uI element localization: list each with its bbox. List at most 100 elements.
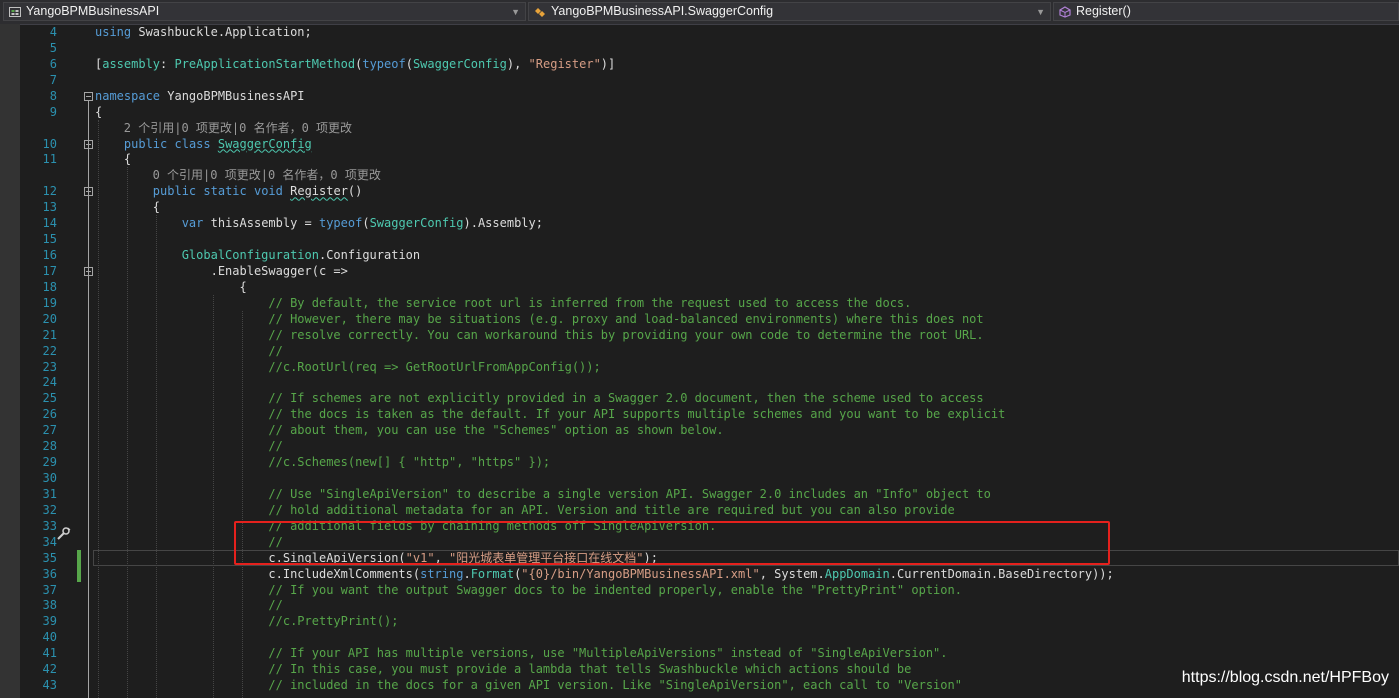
code-line[interactable]: 32 // hold additional metadata for an AP…	[0, 502, 1399, 518]
code-line[interactable]: 7	[0, 72, 1399, 88]
line-number: 36	[42, 566, 57, 581]
member-dropdown[interactable]: Register()	[1053, 2, 1399, 21]
code-text[interactable]: // resolve correctly. You can workaround…	[95, 327, 983, 343]
code-text[interactable]: public static void Register()	[95, 183, 363, 199]
code-text[interactable]: .EnableSwagger(c =>	[95, 263, 348, 279]
code-text[interactable]: {	[95, 151, 131, 167]
code-line[interactable]: 20 // However, there may be situations (…	[0, 311, 1399, 327]
project-dropdown[interactable]: YangoBPMBusinessAPI ▼	[3, 2, 526, 21]
collapse-icon[interactable]	[84, 91, 93, 101]
code-text[interactable]: {	[95, 279, 246, 295]
type-dropdown[interactable]: YangoBPMBusinessAPI.SwaggerConfig ▼	[528, 2, 1051, 21]
code-token: )]	[600, 56, 616, 71]
code-text[interactable]: // If you want the output Swagger docs t…	[95, 582, 962, 598]
code-line[interactable]: 31 // Use "SingleApiVersion" to describe…	[0, 486, 1399, 502]
code-line[interactable]: 8 namespace YangoBPMBusinessAPI	[0, 88, 1399, 104]
code-line[interactable]: 5	[0, 40, 1399, 56]
code-line[interactable]: 18 {	[0, 279, 1399, 295]
code-text[interactable]: c.IncludeXmlComments(string.Format("{0}/…	[95, 566, 1113, 582]
code-line[interactable]: 15	[0, 231, 1399, 247]
line-number: 13	[42, 200, 57, 215]
codelens-info[interactable]: 0 个引用|0 项更改|0 名作者，0 项更改	[0, 167, 1399, 183]
code-line[interactable]: 21 // resolve correctly. You can workaro…	[0, 327, 1399, 343]
code-text[interactable]: {	[95, 104, 102, 120]
code-line[interactable]: 11 {	[0, 151, 1399, 167]
navigation-bar: YangoBPMBusinessAPI ▼ YangoBPMBusinessAP…	[0, 0, 1399, 25]
code-line[interactable]: 37 // If you want the output Swagger doc…	[0, 582, 1399, 598]
line-number: 42	[42, 662, 57, 677]
code-token: :	[160, 56, 175, 71]
code-text[interactable]: // However, there may be situations (e.g…	[95, 311, 983, 327]
code-token: //c.Schemes(new[] { "http", "https" });	[268, 455, 551, 470]
code-line[interactable]: 41 // If your API has multiple versions,…	[0, 645, 1399, 661]
code-text[interactable]: using Swashbuckle.Application;	[95, 24, 312, 40]
csharp-project-icon	[9, 7, 21, 17]
code-line[interactable]: 6 [assembly: PreApplicationStartMethod(ty…	[0, 56, 1399, 72]
code-text[interactable]: // hold additional metadata for an API. …	[95, 502, 954, 518]
code-token: .	[463, 566, 471, 581]
code-line[interactable]: 40	[0, 629, 1399, 645]
code-line[interactable]: 19 // By default, the service root url i…	[0, 295, 1399, 311]
code-line[interactable]: 39 //c.PrettyPrint();	[0, 613, 1399, 629]
code-text[interactable]: // In this case, you must provide a lamb…	[95, 661, 911, 677]
code-token: {	[95, 152, 132, 167]
line-number: 4	[49, 25, 57, 39]
line-number: 29	[42, 455, 57, 470]
code-token: YangoBPMBusinessAPI	[160, 88, 305, 103]
codelens-info[interactable]: 2 个引用|0 项更改|0 名作者，0 项更改	[0, 120, 1399, 136]
code-line[interactable]: 24	[0, 374, 1399, 390]
code-text[interactable]: // Use "SingleApiVersion" to describe a …	[95, 486, 990, 502]
code-text[interactable]: // about them, you can use the "Schemes"…	[95, 422, 723, 438]
code-line[interactable]: 13 {	[0, 199, 1399, 215]
code-text[interactable]: //	[95, 343, 282, 359]
codelens-text[interactable]: 0 个引用|0 项更改|0 名作者，0 项更改	[153, 167, 381, 183]
code-text[interactable]: // If schemes are not explicitly provide…	[95, 390, 983, 406]
code-token: namespace	[95, 88, 161, 103]
code-token: .EnableSwagger(c =>	[95, 263, 348, 278]
code-text[interactable]: //c.RootUrl(req => GetRootUrlFromAppConf…	[95, 359, 600, 375]
code-text[interactable]: //	[95, 438, 282, 454]
code-line[interactable]: 14 var thisAssembly = typeof(SwaggerConf…	[0, 215, 1399, 231]
code-text[interactable]: //	[95, 597, 282, 613]
code-text[interactable]: // the docs is taken as the default. If …	[95, 406, 1005, 422]
code-text[interactable]: GlobalConfiguration.Configuration	[95, 247, 420, 263]
code-token: ),	[506, 56, 529, 71]
code-text[interactable]: var thisAssembly = typeof(SwaggerConfig)…	[95, 215, 543, 231]
code-line[interactable]: 26 // the docs is taken as the default. …	[0, 406, 1399, 422]
code-line[interactable]: 28 //	[0, 438, 1399, 454]
code-text[interactable]: // If your API has multiple versions, us…	[95, 645, 947, 661]
code-line[interactable]: 10 public class SwaggerConfig	[0, 136, 1399, 152]
code-text[interactable]: // By default, the service root url is i…	[95, 295, 911, 311]
code-line[interactable]: 27 // about them, you can use the "Schem…	[0, 422, 1399, 438]
code-line[interactable]: 9{	[0, 104, 1399, 120]
line-number: 26	[42, 407, 57, 422]
code-text[interactable]: //c.Schemes(new[] { "http", "https" });	[95, 454, 550, 470]
indent-guide	[242, 310, 243, 698]
code-line[interactable]: 36 c.IncludeXmlComments(string.Format("{…	[0, 566, 1399, 582]
code-line[interactable]: 25 // If schemes are not explicitly prov…	[0, 390, 1399, 406]
line-number: 39	[42, 614, 57, 629]
code-line[interactable]: 4 using Swashbuckle.Application;	[0, 24, 1399, 40]
line-number: 38	[42, 598, 57, 613]
code-text[interactable]: [assembly: PreApplicationStartMethod(typ…	[95, 56, 615, 72]
chevron-down-icon: ▼	[1036, 7, 1045, 17]
code-token: GlobalConfiguration	[181, 248, 319, 263]
code-line[interactable]: 22 //	[0, 343, 1399, 359]
code-editor[interactable]: 4 using Swashbuckle.Application; 5 6 [assemb…	[0, 24, 1399, 698]
code-line[interactable]: 38 //	[0, 597, 1399, 613]
line-number: 5	[49, 40, 57, 55]
code-text[interactable]: // included in the docs for a given API …	[95, 677, 962, 693]
code-line[interactable]: 23 //c.RootUrl(req => GetRootUrlFromAppC…	[0, 359, 1399, 375]
code-line[interactable]: 29 //c.Schemes(new[] { "http", "https" }…	[0, 454, 1399, 470]
code-text[interactable]: namespace YangoBPMBusinessAPI	[95, 88, 305, 104]
quick-actions-icon[interactable]	[55, 527, 71, 541]
code-text[interactable]: public class SwaggerConfig	[95, 136, 312, 152]
code-line[interactable]: 17 .EnableSwagger(c =>	[0, 263, 1399, 279]
codelens-text[interactable]: 2 个引用|0 项更改|0 名作者，0 项更改	[124, 120, 352, 136]
code-text[interactable]: //c.PrettyPrint();	[95, 613, 398, 629]
code-line[interactable]: 16 GlobalConfiguration.Configuration	[0, 247, 1399, 263]
code-token: typeof	[318, 216, 363, 231]
code-line[interactable]: 30	[0, 470, 1399, 486]
code-line[interactable]: 12 public static void Register()	[0, 183, 1399, 199]
